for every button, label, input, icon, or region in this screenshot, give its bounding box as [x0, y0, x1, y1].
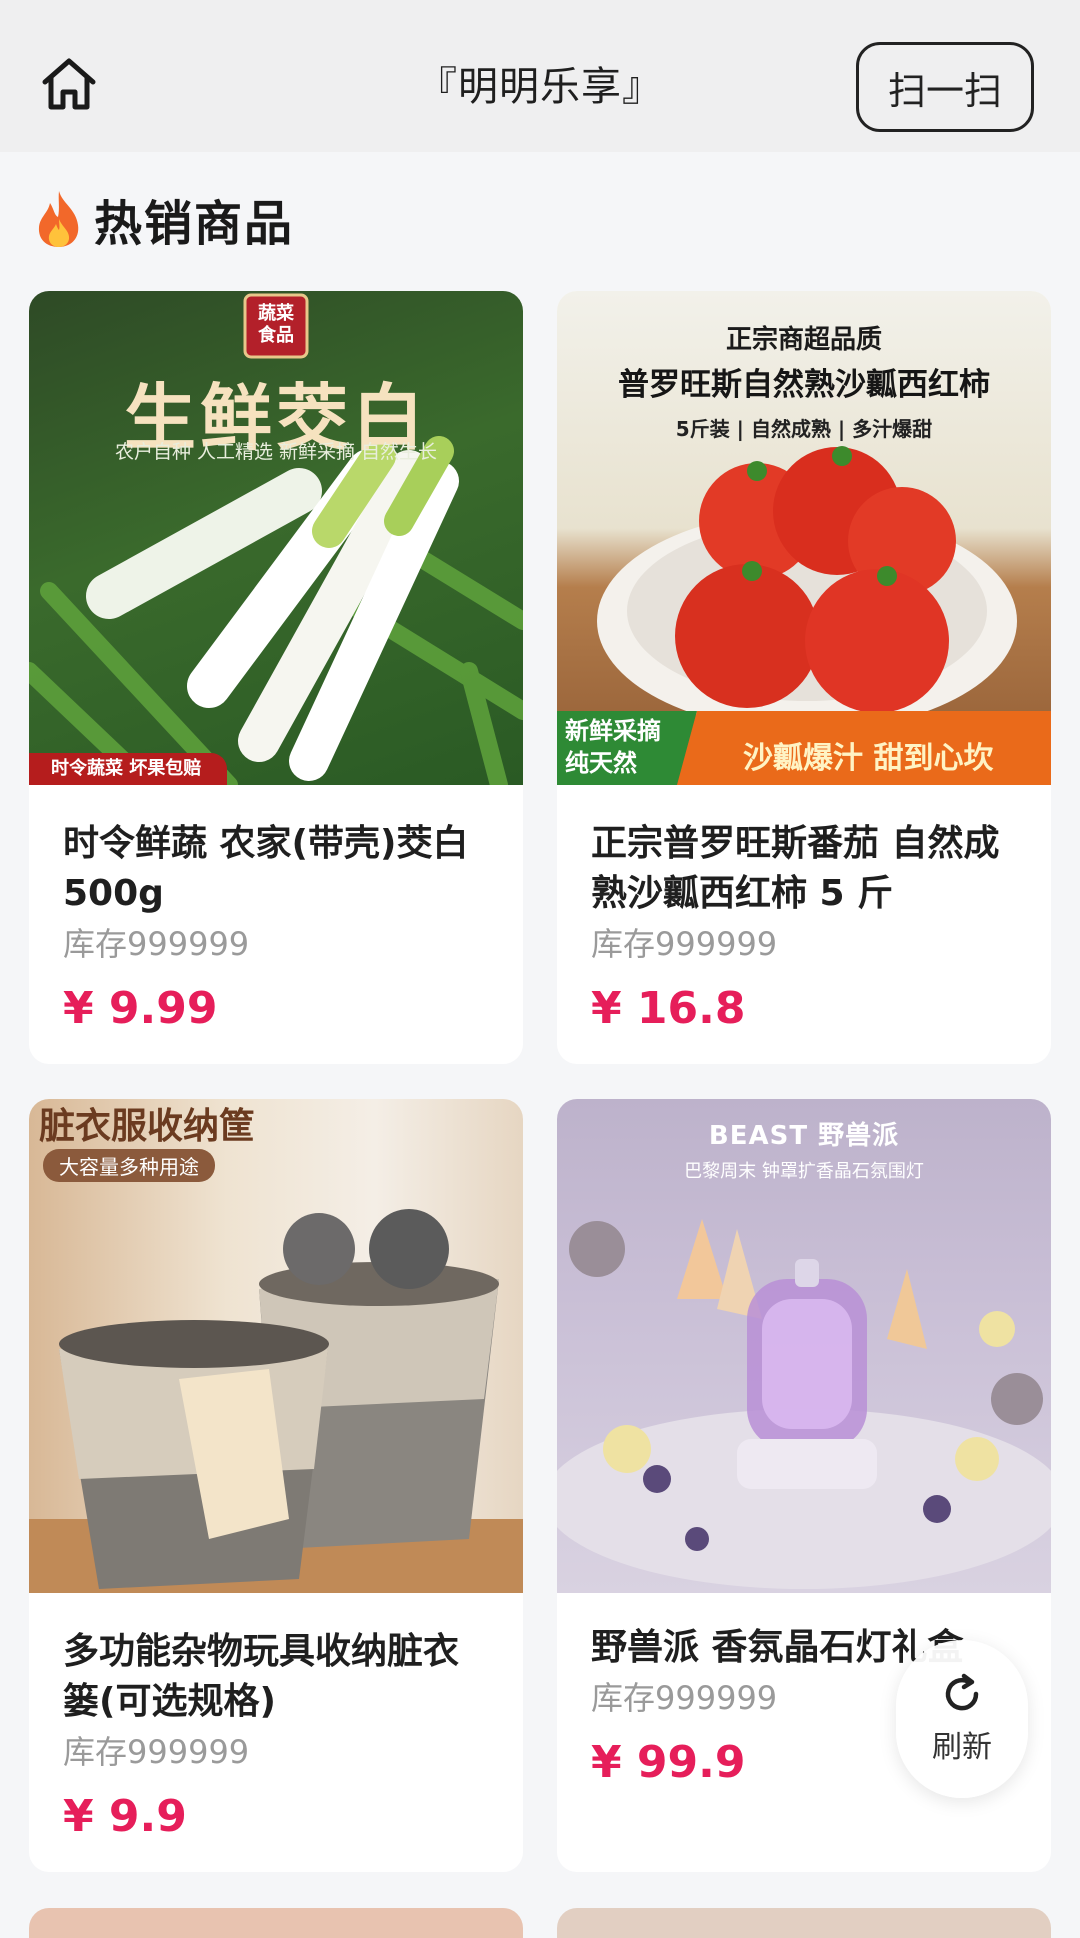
- product-name: 正宗普罗旺斯番茄 自然成熟沙瓤西红柿 5 斤: [591, 823, 1000, 914]
- refresh-icon: [945, 1673, 979, 1711]
- next-card-peek: [29, 1908, 523, 1938]
- image-left-banner: 新鲜采摘 纯天然: [565, 717, 661, 777]
- image-tag: 大容量多种用途: [43, 1149, 215, 1182]
- image-subtitle: 农户自种 人工精选 新鲜采摘 自然生长: [114, 441, 438, 463]
- image-ribbon: 时令蔬菜 坏果包赔: [29, 753, 228, 785]
- product-stock: 库存999999: [63, 925, 250, 963]
- refresh-button[interactable]: 刷新: [896, 1640, 1028, 1798]
- top-bar: 『明明乐享』 扫一扫: [0, 0, 1080, 152]
- image-brand: BEAST 野兽派: [708, 1121, 900, 1151]
- product-price: ¥ 9.9: [63, 1791, 187, 1842]
- scan-button[interactable]: 扫一扫: [856, 42, 1034, 132]
- product-price: ¥ 9.99: [63, 983, 218, 1034]
- product-stock: 库存999999: [591, 925, 778, 963]
- product-image: 脏衣服收纳筐 大容量多种用途: [29, 1099, 523, 1593]
- image-badge: 蔬菜食品: [258, 303, 294, 346]
- image-headline: 脏衣服收纳筐: [39, 1106, 256, 1147]
- next-card-peek: [557, 1908, 1051, 1938]
- image-headline: 普罗旺斯自然熟沙瓤西红柿: [618, 367, 990, 403]
- image-top-text: 正宗商超品质: [725, 325, 882, 355]
- section-title: 热销商品: [94, 196, 295, 252]
- product-image: BEAST 野兽派 巴黎周末 钟罩扩香晶石氛围灯: [557, 1099, 1051, 1593]
- product-card[interactable]: 脏衣服收纳筐 大容量多种用途 多功能杂物玩具收纳脏衣篓(可选规格) 库存9999…: [29, 1099, 523, 1872]
- product-name: 多功能杂物玩具收纳脏衣篓(可选规格): [63, 1631, 460, 1722]
- product-image: 正宗商超品质 普罗旺斯自然熟沙瓤西红柿 5斤装 | 自然成熟 | 多汁爆甜 新鲜…: [557, 291, 1051, 785]
- image-subtitle: 5斤装 | 自然成熟 | 多汁爆甜: [675, 417, 933, 441]
- product-price: ¥ 16.8: [591, 983, 746, 1034]
- refresh-label: 刷新: [932, 1730, 992, 1765]
- product-card[interactable]: 正宗商超品质 普罗旺斯自然熟沙瓤西红柿 5斤装 | 自然成熟 | 多汁爆甜 新鲜…: [557, 291, 1051, 1064]
- product-stock: 库存999999: [63, 1733, 250, 1771]
- section-header: 热销商品: [32, 184, 294, 254]
- product-name: 时令鲜蔬 农家(带壳)茭白500g: [63, 823, 469, 914]
- product-image: 蔬菜食品 生鲜茭白 农户自种 人工精选 新鲜采摘 自然生长 时令蔬菜 坏果包赔: [29, 291, 523, 785]
- image-right-banner: 沙瓤爆汁 甜到心坎: [743, 741, 994, 776]
- image-subtitle: 巴黎周末 钟罩扩香晶石氛围灯: [684, 1161, 924, 1182]
- fire-icon: [38, 191, 79, 247]
- product-card[interactable]: 蔬菜食品 生鲜茭白 农户自种 人工精选 新鲜采摘 自然生长 时令蔬菜 坏果包赔 …: [29, 291, 523, 1064]
